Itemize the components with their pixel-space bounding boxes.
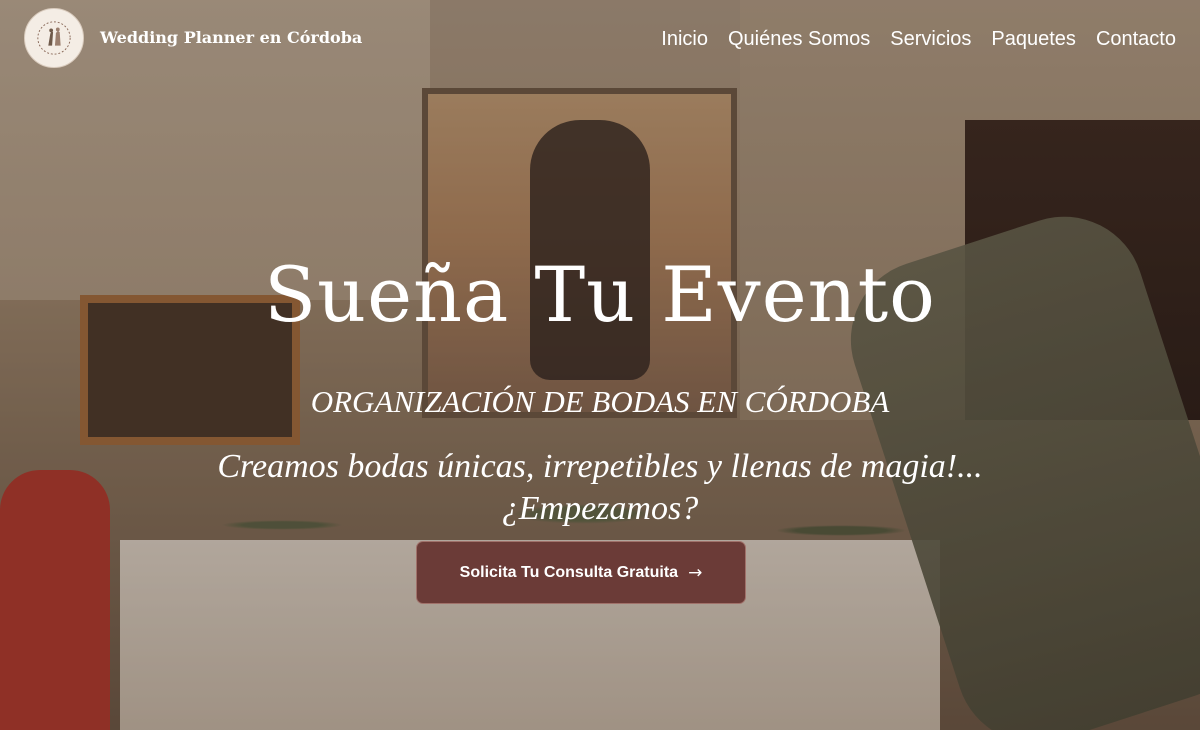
hero-subtitle: ORGANIZACIÓN DE BODAS EN CÓRDOBA xyxy=(310,384,890,419)
hero-tagline-line2: ¿Empezamos? xyxy=(501,490,699,527)
wedding-couple-logo-icon xyxy=(37,21,71,55)
consultation-button[interactable]: Solicita Tu Consulta Gratuita → xyxy=(416,541,746,604)
nav-item-servicios[interactable]: Servicios xyxy=(890,28,971,51)
nav-item-inicio[interactable]: Inicio xyxy=(661,28,708,51)
nav-item-contacto[interactable]: Contacto xyxy=(1096,28,1176,51)
hero-section xyxy=(0,0,1200,730)
hero-title: Sueña Tu Evento xyxy=(264,250,936,339)
site-logo[interactable] xyxy=(24,8,84,68)
site-header: Wedding Planner en Córdoba Inicio Quiéne… xyxy=(0,0,1200,80)
arrow-right-icon: → xyxy=(688,562,703,583)
hero-tagline: Creamos bodas únicas, irrepetibles y lle… xyxy=(0,446,1200,530)
hero-tagline-line1: Creamos bodas únicas, irrepetibles y lle… xyxy=(217,448,983,485)
nav-item-quienes-somos[interactable]: Quiénes Somos xyxy=(728,28,870,51)
main-nav: Inicio Quiénes Somos Servicios Paquetes … xyxy=(661,28,1176,51)
hero-overlay xyxy=(0,0,1200,730)
brand-name[interactable]: Wedding Planner en Córdoba xyxy=(100,28,362,47)
consultation-button-label: Solicita Tu Consulta Gratuita xyxy=(459,563,679,581)
nav-item-paquetes[interactable]: Paquetes xyxy=(991,28,1076,51)
